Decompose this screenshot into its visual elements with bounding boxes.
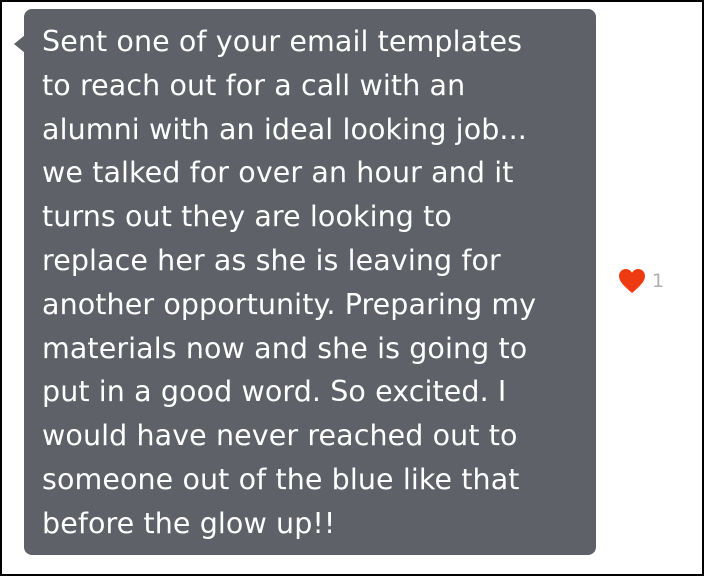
message-line: put in a good word. So excited. I — [42, 375, 507, 409]
message-line: materials now and she is going to — [42, 331, 528, 365]
message-line: another opportunity. Preparing my — [42, 287, 537, 321]
message-line: alumni with an ideal looking job... — [42, 112, 527, 146]
heart-shape — [619, 269, 645, 293]
message-line: someone out of the blue like that — [42, 462, 520, 496]
message-line: Sent one of your email templates — [42, 25, 523, 58]
message-bubble[interactable]: Sent one of your email templates to reac… — [24, 9, 596, 555]
like-count: 1 — [652, 270, 665, 292]
chat-frame: Sent one of your email templates to reac… — [0, 0, 704, 576]
message-line: replace her as she is leaving for — [42, 243, 501, 277]
message-line: before the glow up!! — [42, 506, 336, 540]
message-line: we talked for over an hour and it — [42, 156, 514, 190]
heart-icon[interactable] — [618, 268, 646, 294]
message-line: to reach out for a call with an — [42, 68, 466, 102]
message-line: turns out they are looking to — [42, 200, 452, 234]
message-line: would have never reached out to — [42, 419, 518, 453]
like-reaction[interactable]: 1 — [618, 268, 664, 294]
